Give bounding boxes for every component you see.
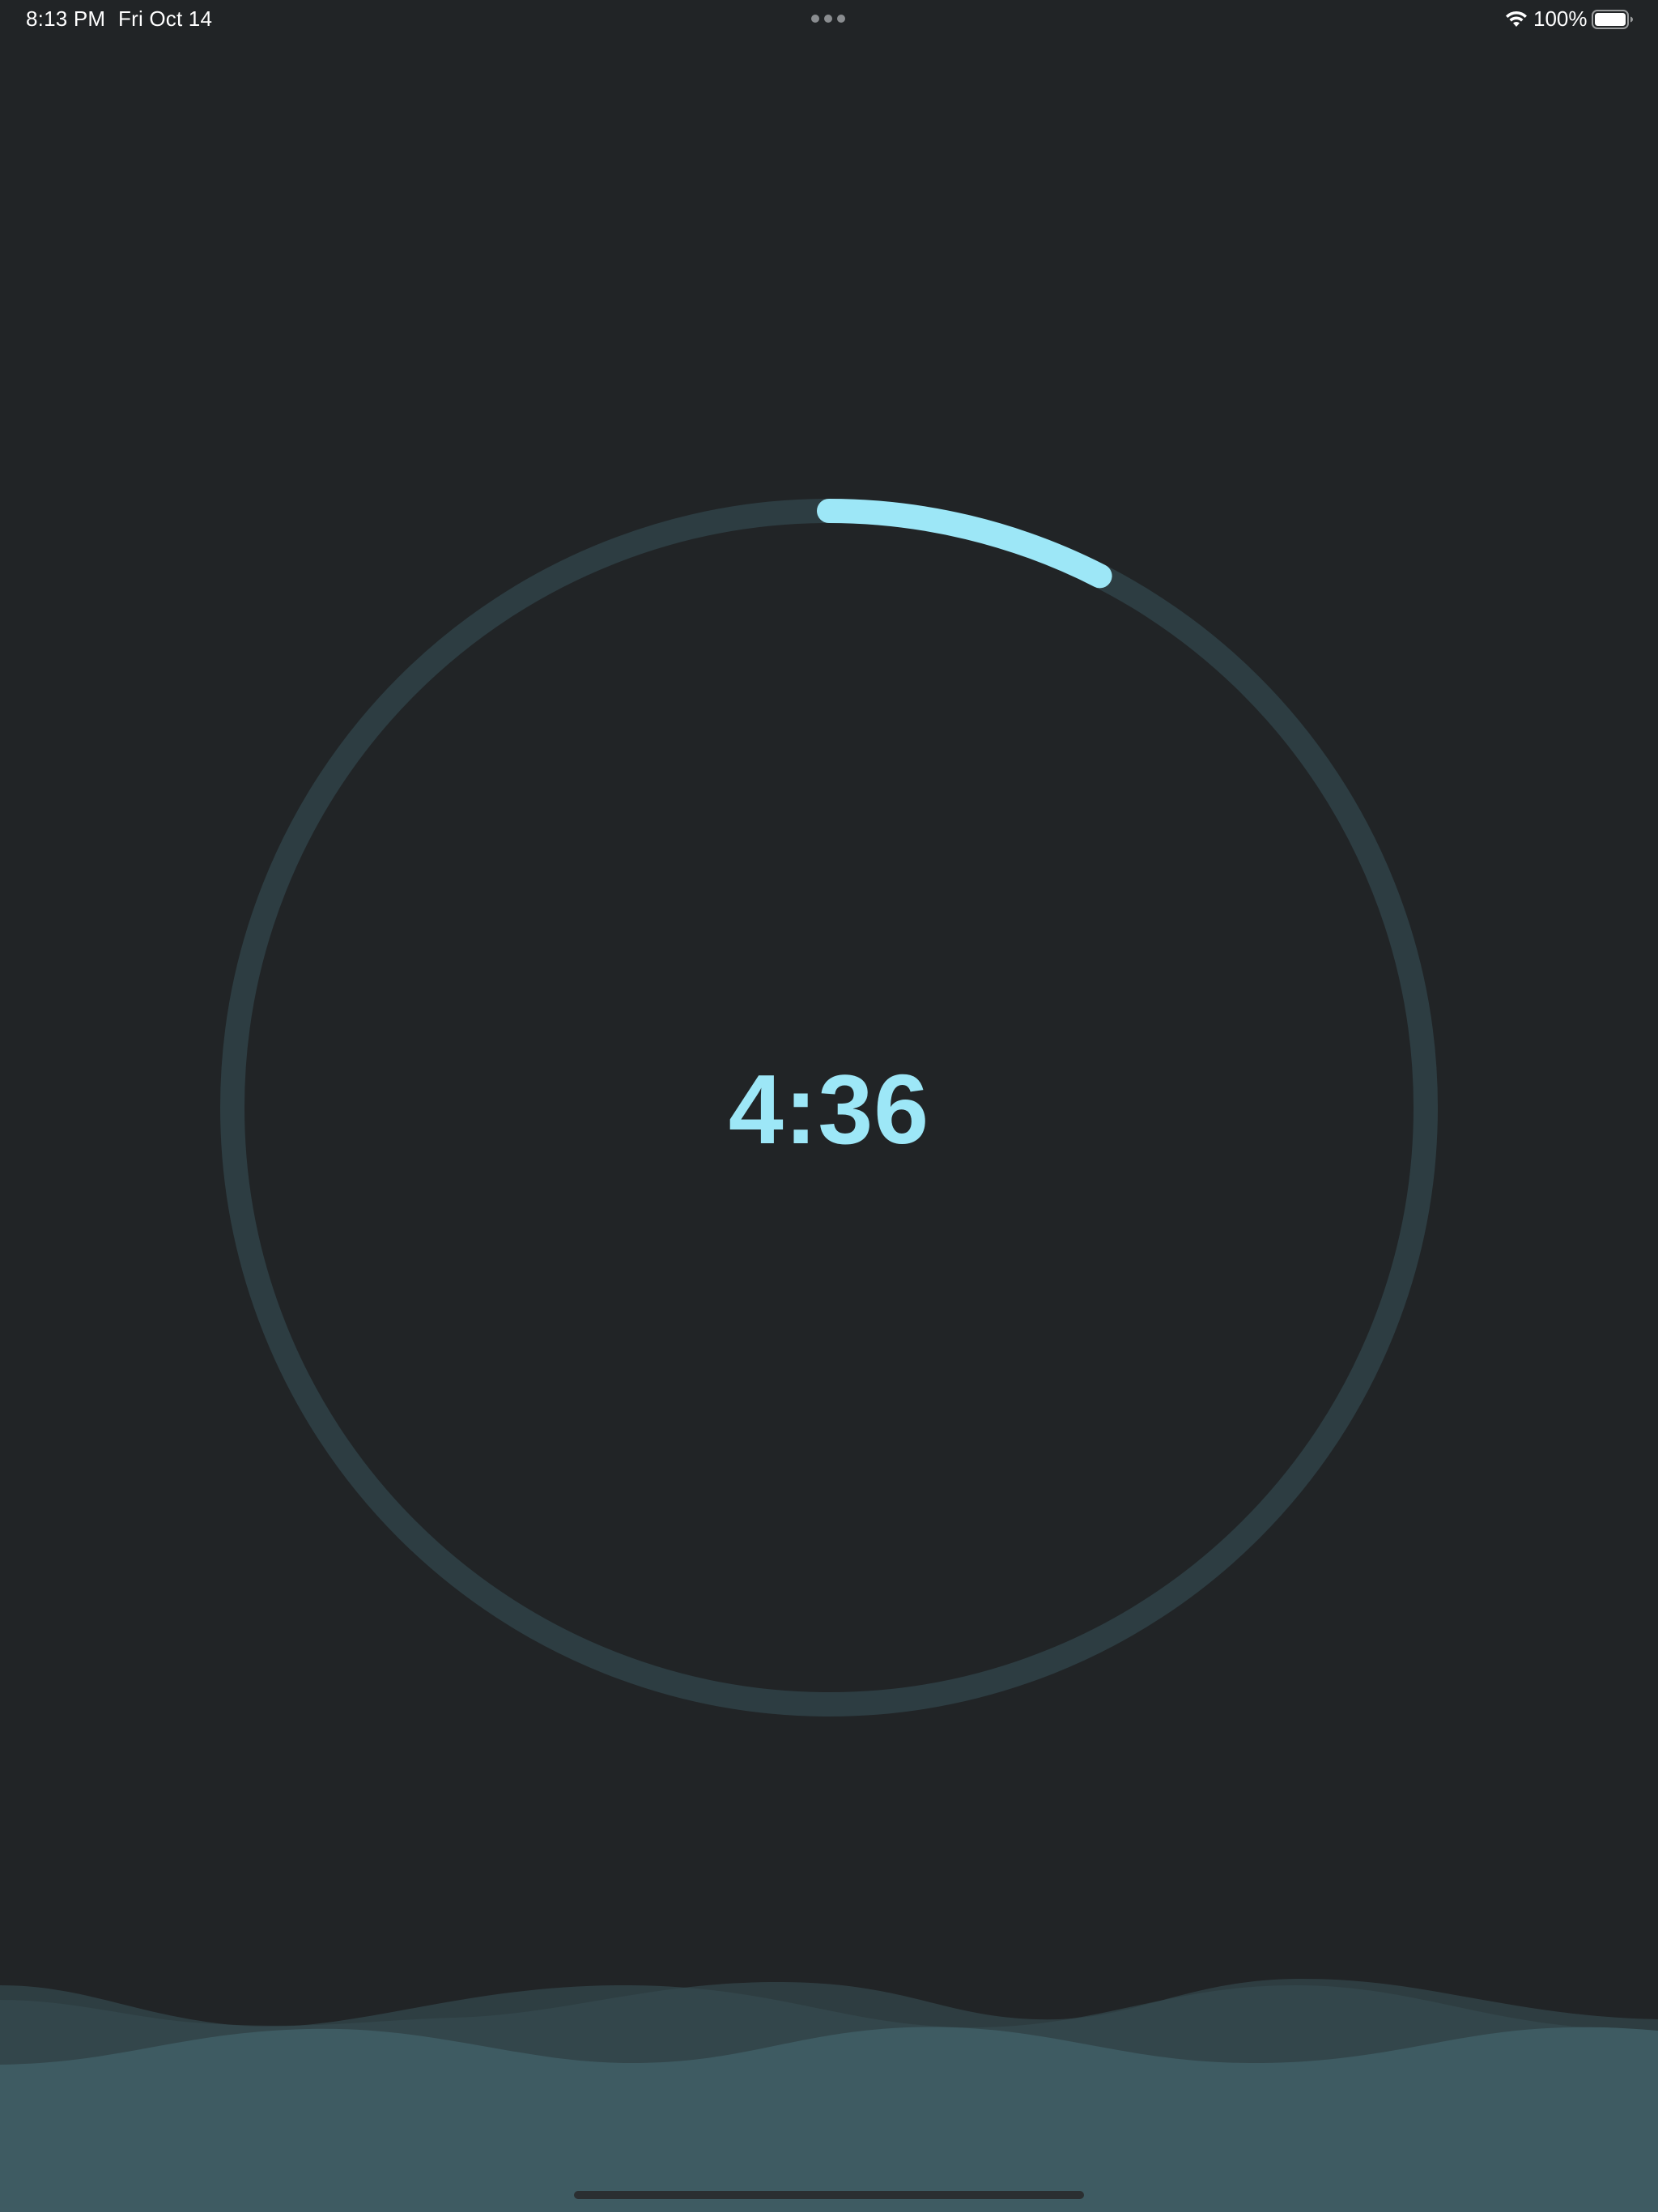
home-indicator[interactable] xyxy=(574,2191,1084,2199)
timer-screen: 8:13 PM Fri Oct 14 100% 4:36 xyxy=(0,0,1658,2212)
wave-decoration xyxy=(0,1978,1658,2212)
timer-remaining-label: 4:36 xyxy=(728,1054,930,1164)
wave-fill xyxy=(0,2027,1658,2212)
